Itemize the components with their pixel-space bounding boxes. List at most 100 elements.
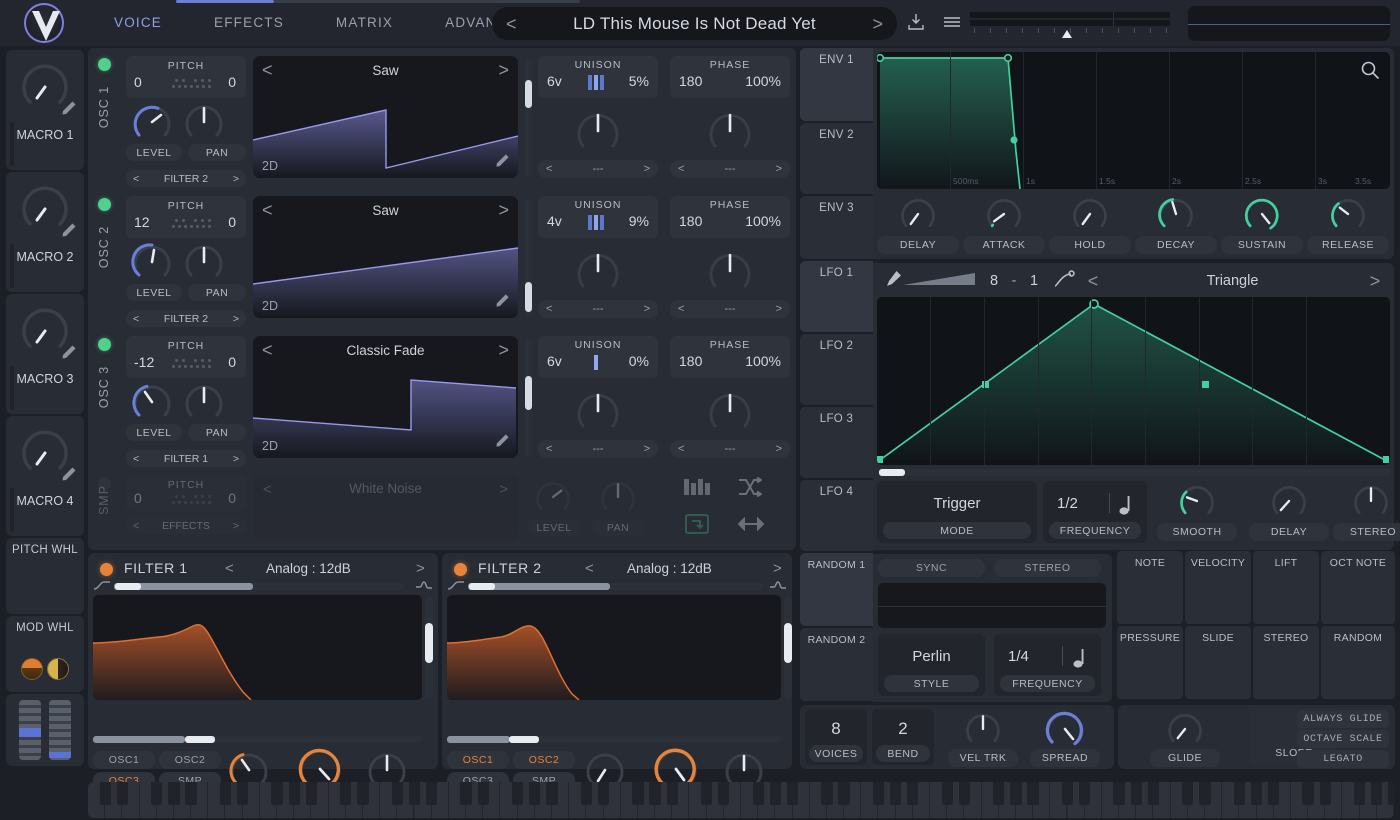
- filter-1-response-graph[interactable]: [93, 595, 422, 700]
- osc-3-phase-value[interactable]: 180: [679, 353, 702, 369]
- piano-black-key[interactable]: [357, 782, 369, 805]
- osc-2-unison-voices[interactable]: 4v: [547, 213, 562, 229]
- osc-1-power-led[interactable]: [98, 58, 111, 71]
- envelope-sustain-knob[interactable]: [1242, 194, 1282, 239]
- filter-2-source-osc2[interactable]: OSC2: [513, 751, 575, 769]
- filter-2-source-osc1[interactable]: OSC1: [447, 751, 509, 769]
- sampler-level-knob[interactable]: [533, 477, 573, 522]
- random-graph[interactable]: [878, 583, 1106, 628]
- envelope-hold-knob[interactable]: [1070, 194, 1110, 239]
- preset-name[interactable]: LD This Mouse Is Not Dead Yet: [517, 14, 873, 34]
- voices-value[interactable]: 8: [805, 719, 867, 739]
- osc-2-phase-mod-select[interactable]: < --- >: [670, 300, 790, 318]
- piano-black-key[interactable]: [185, 782, 197, 805]
- osc-1-wavetable-next[interactable]: >: [498, 61, 509, 79]
- lfo-graph[interactable]: [877, 297, 1390, 465]
- preset-next-button[interactable]: >: [872, 15, 883, 33]
- piano-black-key[interactable]: [1182, 782, 1194, 805]
- mod-source-velocity[interactable]: VELOCITY: [1185, 551, 1251, 624]
- pitch-wheel[interactable]: PITCH WHL: [6, 538, 84, 614]
- magnifier-icon[interactable]: [1360, 60, 1380, 85]
- osc-2-unison-knob[interactable]: [573, 246, 623, 301]
- piano-black-key[interactable]: [941, 782, 953, 805]
- osc-2-unison-mod-prev[interactable]: <: [546, 303, 552, 315]
- tab-voice[interactable]: VOICE: [88, 0, 188, 46]
- osc-2-unison-box[interactable]: UNISON 4v 9%: [538, 196, 658, 238]
- filter-2-cutoff-slider[interactable]: [447, 736, 781, 743]
- legato-button[interactable]: LEGATO: [1297, 750, 1389, 768]
- macro-4-edit-pencil-icon[interactable]: [61, 466, 77, 487]
- osc-1-filter-routing[interactable]: < FILTER 2 >: [126, 170, 246, 187]
- piano-black-key[interactable]: [700, 782, 713, 805]
- mod-source-yellow-icon[interactable]: [47, 658, 69, 680]
- macro-2-edit-pencil-icon[interactable]: [61, 222, 77, 243]
- piano-black-key[interactable]: [305, 782, 318, 805]
- piano-black-key[interactable]: [340, 782, 352, 805]
- sampler-next-button[interactable]: >: [499, 481, 508, 498]
- filter-2-blend-slider[interactable]: [468, 583, 763, 590]
- piano-black-key[interactable]: [580, 782, 592, 805]
- hamburger-menu-icon[interactable]: [941, 11, 963, 33]
- osc-1-unison-mod-select[interactable]: < --- >: [538, 160, 658, 178]
- sampler-effects-next[interactable]: >: [233, 520, 239, 532]
- random-icon[interactable]: [738, 476, 763, 502]
- osc-1-unison-mod-next[interactable]: >: [644, 163, 650, 175]
- osc-2-pitch-box[interactable]: PITCH 12 0: [126, 196, 246, 238]
- osc-1-unison-mod-prev[interactable]: <: [546, 163, 552, 175]
- osc-3-phase-knob[interactable]: [705, 386, 755, 441]
- mod-strip[interactable]: [49, 700, 71, 760]
- piano-black-key[interactable]: [1302, 782, 1314, 805]
- filter-1-blend-slider[interactable]: [114, 583, 404, 590]
- piano-black-key[interactable]: [718, 782, 730, 805]
- osc-3-wavetable-prev[interactable]: <: [262, 341, 273, 359]
- osc-3-unison-voices[interactable]: 6v: [547, 353, 562, 369]
- lfo-tab-3[interactable]: LFO 3: [800, 407, 873, 478]
- osc-2-phase-box[interactable]: PHASE 180 100%: [670, 196, 790, 238]
- osc-3-pitch-box[interactable]: PITCH -12 0: [126, 336, 246, 378]
- osc-3-unison-knob[interactable]: [573, 386, 623, 441]
- macro-2[interactable]: MACRO 2: [6, 172, 84, 292]
- preset-prev-button[interactable]: <: [506, 15, 517, 33]
- osc-3-unison-mod-next[interactable]: >: [644, 443, 650, 455]
- mod-wheel[interactable]: MOD WHL: [6, 616, 84, 692]
- curve-point-icon[interactable]: [1047, 269, 1081, 293]
- filter-1-power-led[interactable]: [100, 563, 113, 576]
- osc-1-filter-prev[interactable]: <: [133, 173, 139, 185]
- piano-black-key[interactable]: [1061, 782, 1074, 805]
- mod-source-random[interactable]: RANDOM: [1321, 626, 1395, 699]
- lfo-grid-denominator[interactable]: 1: [1021, 273, 1047, 289]
- osc-3-pitch-coarse[interactable]: -12: [134, 354, 154, 370]
- osc-2-view-mode[interactable]: 2D: [262, 299, 278, 313]
- octave-scale-button[interactable]: OCTAVE SCALE: [1297, 730, 1389, 748]
- piano-black-key[interactable]: [769, 782, 782, 805]
- osc-3-unison-mod-select[interactable]: < --- >: [538, 440, 658, 458]
- piano-black-key[interactable]: [1353, 782, 1366, 805]
- osc-3-phase-mod-next[interactable]: >: [776, 443, 782, 455]
- piano-black-key[interactable]: [838, 782, 850, 805]
- piano-black-key[interactable]: [1199, 782, 1211, 805]
- mod-source-orange-icon[interactable]: [21, 658, 43, 680]
- note-icon[interactable]: [1073, 648, 1087, 673]
- piano-black-key[interactable]: [632, 782, 644, 805]
- lfo-mode-selector[interactable]: Trigger MODE: [877, 481, 1037, 543]
- osc-2-phase-mod-prev[interactable]: <: [678, 303, 684, 315]
- lfo-tab-2[interactable]: LFO 2: [800, 334, 873, 405]
- osc-1-wavetable-display[interactable]: < Saw > 2D: [253, 56, 518, 178]
- piano-black-key[interactable]: [1233, 782, 1245, 805]
- osc-2-wavetable-display[interactable]: < Saw > 2D: [253, 196, 518, 318]
- sampler-pan-knob[interactable]: [598, 477, 638, 522]
- osc-2-phase-rand[interactable]: 100%: [745, 213, 781, 229]
- osc-3-wavetable-name[interactable]: Classic Fade: [273, 343, 499, 358]
- osc-3-edit-pencil-icon[interactable]: [495, 433, 510, 453]
- lfo-shape-next[interactable]: >: [1360, 272, 1390, 290]
- piano-black-key[interactable]: [271, 782, 283, 805]
- osc-2-phase-knob[interactable]: [705, 246, 755, 301]
- piano-black-key[interactable]: [786, 782, 799, 805]
- macro-3-edit-pencil-icon[interactable]: [61, 344, 77, 365]
- osc-1-unison-voices[interactable]: 6v: [547, 73, 562, 89]
- osc-3-phase-mod-prev[interactable]: <: [678, 443, 684, 455]
- filter-1-source-osc1[interactable]: OSC1: [93, 751, 155, 769]
- lfo-tab-4[interactable]: LFO 4: [800, 480, 873, 551]
- envelope-release-knob[interactable]: [1328, 194, 1368, 239]
- random-tab-1[interactable]: RANDOM 1: [800, 553, 873, 626]
